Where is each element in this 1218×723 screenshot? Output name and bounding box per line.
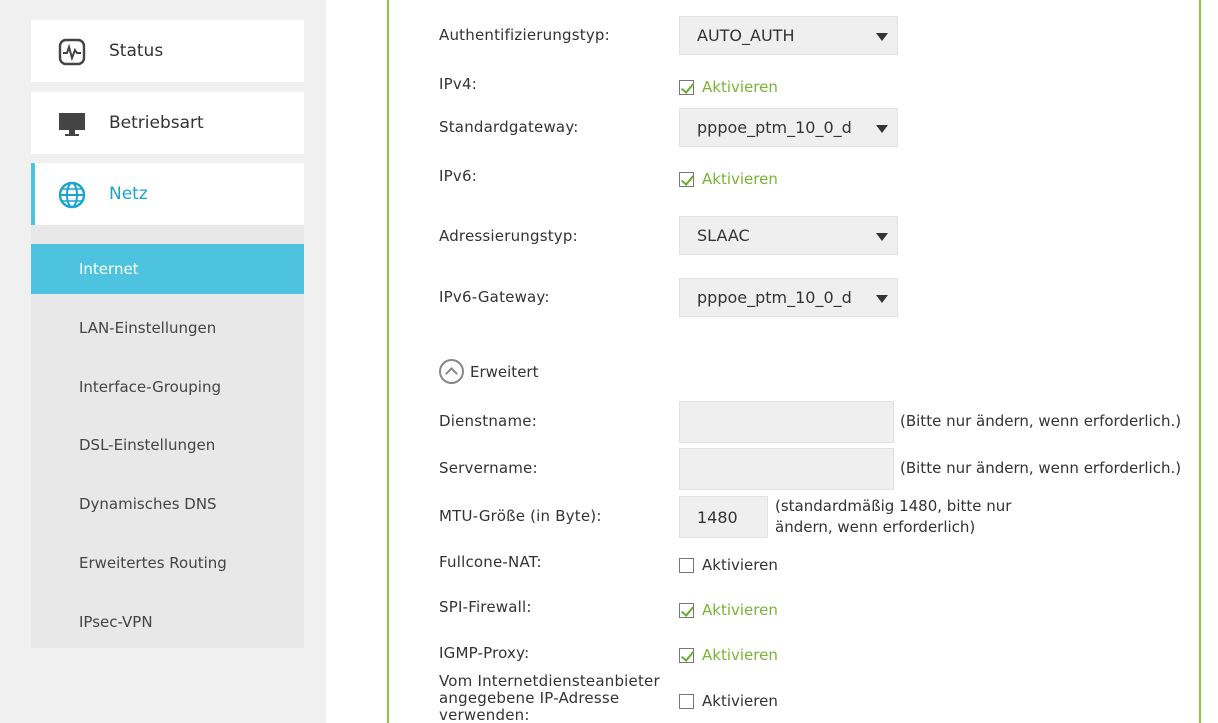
- ipv6-checkbox[interactable]: Aktivieren: [679, 170, 778, 188]
- status-pulse-icon: [57, 37, 87, 67]
- default-gateway-label: Standardgateway:: [439, 118, 579, 136]
- chevron-up-circle-icon: [439, 359, 464, 384]
- nav-netz-label: Netz: [109, 184, 148, 204]
- igmp-proxy-checkbox-label: Aktivieren: [702, 646, 778, 664]
- spi-firewall-checkbox-label: Aktivieren: [702, 601, 778, 619]
- nav-status-label: Status: [109, 41, 164, 61]
- nav-status[interactable]: Status: [31, 20, 304, 82]
- checkbox-checked-icon: [679, 647, 694, 663]
- subnav-item-ipsec[interactable]: IPsec-VPN: [31, 597, 304, 647]
- igmp-proxy-label: IGMP-Proxy:: [439, 644, 530, 662]
- ipv6-label: IPv6:: [439, 167, 477, 185]
- checkbox-unchecked-icon: [679, 557, 694, 573]
- dropdown-arrow-icon: [876, 233, 888, 241]
- ipv6-gateway-label: IPv6-Gateway:: [439, 288, 550, 306]
- igmp-proxy-checkbox[interactable]: Aktivieren: [679, 646, 778, 664]
- spi-firewall-label: SPI-Firewall:: [439, 598, 532, 616]
- globe-icon: [57, 180, 87, 210]
- nav-betriebsart[interactable]: Betriebsart: [31, 92, 304, 154]
- addressing-type-select[interactable]: SLAAC: [679, 216, 898, 255]
- auth-type-select[interactable]: AUTO_AUTH: [679, 16, 898, 55]
- checkbox-checked-icon: [679, 602, 694, 618]
- nav-netz[interactable]: Netz: [31, 163, 304, 225]
- ipv6-gateway-value: pppoe_ptm_10_0_d: [697, 288, 852, 307]
- fullcone-nat-checkbox[interactable]: Aktivieren: [679, 556, 778, 574]
- subnav-item-dsl[interactable]: DSL-Einstellungen: [31, 420, 304, 470]
- mtu-size-note-line: (standardmäßig 1480, bitte nur: [775, 497, 1012, 515]
- dropdown-arrow-icon: [876, 33, 888, 41]
- isp-ip-checkbox[interactable]: Aktivieren: [679, 692, 778, 710]
- isp-ip-checkbox-label: Aktivieren: [702, 692, 778, 710]
- mtu-size-note: (standardmäßig 1480, bitte nur ändern, w…: [775, 496, 1011, 538]
- server-name-label: Servername:: [439, 459, 538, 477]
- default-gateway-select[interactable]: pppoe_ptm_10_0_d: [679, 108, 898, 147]
- subnav-item-routing[interactable]: Erweitertes Routing: [31, 538, 304, 588]
- subnav: Internet LAN-Einstellungen Interface-Gro…: [31, 225, 304, 648]
- sidebar: Status Betriebsart Netz Internet LAN-Ein…: [0, 0, 326, 723]
- service-name-note: (Bitte nur ändern, wenn erforderlich.): [900, 412, 1182, 430]
- mtu-size-note-line: ändern, wenn erforderlich): [775, 518, 976, 536]
- auth-type-value: AUTO_AUTH: [697, 26, 795, 45]
- advanced-toggle[interactable]: Erweitert: [439, 359, 538, 384]
- isp-ip-label-line: Vom Internetdiensteanbieter: [439, 672, 660, 690]
- dropdown-arrow-icon: [876, 125, 888, 133]
- subnav-item-interface-grouping[interactable]: Interface-Grouping: [31, 362, 304, 412]
- subnav-item-lan[interactable]: LAN-Einstellungen: [31, 303, 304, 353]
- auth-type-label: Authentifizierungstyp:: [439, 26, 610, 44]
- ipv6-checkbox-label: Aktivieren: [702, 170, 778, 188]
- isp-ip-label: Vom Internetdiensteanbieter angegebene I…: [439, 673, 660, 723]
- dropdown-arrow-icon: [876, 295, 888, 303]
- ipv6-gateway-select[interactable]: pppoe_ptm_10_0_d: [679, 278, 898, 317]
- server-name-input[interactable]: [679, 448, 894, 490]
- checkbox-checked-icon: [679, 79, 694, 95]
- checkbox-unchecked-icon: [679, 693, 694, 709]
- fullcone-nat-label: Fullcone-NAT:: [439, 553, 542, 571]
- advanced-toggle-label: Erweitert: [470, 362, 539, 381]
- ipv4-checkbox-label: Aktivieren: [702, 78, 778, 96]
- fullcone-nat-checkbox-label: Aktivieren: [702, 556, 778, 574]
- monitor-icon: [57, 109, 87, 139]
- addressing-type-label: Adressierungstyp:: [439, 227, 578, 245]
- service-name-input[interactable]: [679, 401, 894, 443]
- spi-firewall-checkbox[interactable]: Aktivieren: [679, 601, 778, 619]
- service-name-label: Dienstname:: [439, 412, 537, 430]
- default-gateway-value: pppoe_ptm_10_0_d: [697, 118, 852, 137]
- nav-betriebsart-label: Betriebsart: [109, 113, 204, 133]
- server-name-note: (Bitte nur ändern, wenn erforderlich.): [900, 459, 1182, 477]
- mtu-size-label: MTU-Größe (in Byte):: [439, 507, 602, 525]
- isp-ip-label-line: angegebene IP-Adresse: [439, 689, 620, 707]
- isp-ip-label-line: verwenden:: [439, 706, 530, 723]
- checkbox-checked-icon: [679, 171, 694, 187]
- ipv4-checkbox[interactable]: Aktivieren: [679, 78, 778, 96]
- ipv4-label: IPv4:: [439, 75, 477, 93]
- mtu-size-input[interactable]: [679, 496, 768, 538]
- subnav-item-internet[interactable]: Internet: [31, 244, 304, 294]
- addressing-type-value: SLAAC: [697, 226, 750, 245]
- subnav-item-ddns[interactable]: Dynamisches DNS: [31, 479, 304, 529]
